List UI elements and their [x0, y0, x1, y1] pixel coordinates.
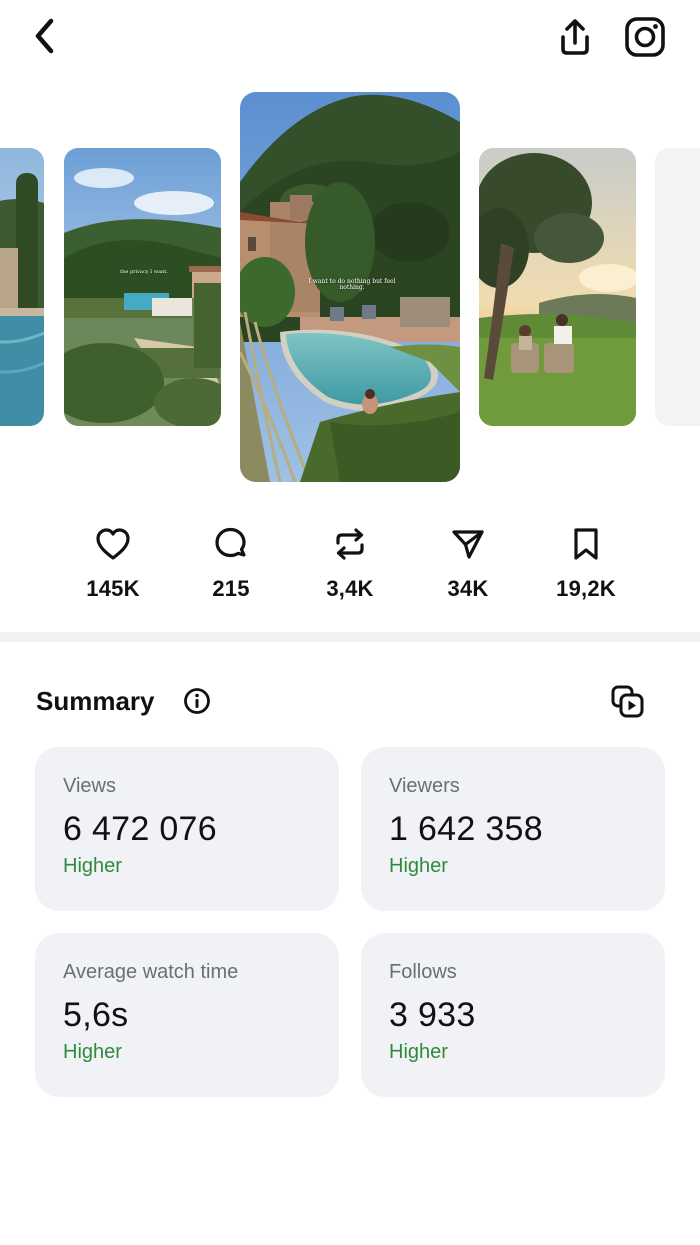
post-insights-screen: the privacy I want. I want to do nothing… — [0, 0, 700, 1245]
comments-stat: 215 — [176, 524, 286, 602]
card-label: Average watch time — [63, 961, 239, 983]
card-value: 6 472 076 — [63, 810, 217, 848]
copy-video-button[interactable] — [610, 684, 646, 720]
carousel-caption: the privacy I want. — [120, 269, 168, 275]
saves-stat: 19,2K — [531, 524, 641, 602]
instagram-icon — [625, 17, 665, 57]
card-label: Viewers — [389, 775, 460, 797]
summary-info-button[interactable] — [182, 686, 212, 716]
copy-video-icon — [611, 685, 644, 718]
carousel-item[interactable]: the privacy I want. — [64, 148, 221, 426]
card-trend: Higher — [389, 855, 448, 877]
bookmark-icon — [574, 528, 598, 560]
info-icon — [184, 688, 210, 714]
media-carousel[interactable]: the privacy I want. I want to do nothing… — [0, 90, 700, 485]
card-trend: Higher — [389, 1041, 448, 1063]
share-upload-icon — [561, 19, 589, 55]
comments-count: 215 — [212, 576, 250, 601]
carousel-caption: I want to do nothing but feel nothing. — [308, 278, 396, 292]
summary-title: Summary — [36, 686, 155, 716]
chevron-left-icon — [35, 18, 54, 54]
instagram-button[interactable] — [620, 12, 670, 62]
carousel-item[interactable] — [479, 148, 636, 426]
heart-icon — [96, 528, 130, 560]
card-value: 5,6s — [63, 996, 129, 1034]
carousel-item[interactable] — [655, 148, 700, 426]
viewers-card[interactable]: Viewers 1 642 358 Higher — [361, 747, 665, 911]
reposts-stat: 3,4K — [295, 524, 405, 602]
share-button[interactable] — [552, 14, 598, 60]
card-trend: Higher — [63, 855, 122, 877]
likes-stat: 145K — [58, 524, 168, 602]
section-divider — [0, 632, 700, 642]
back-button[interactable] — [22, 14, 66, 58]
carousel-item-selected[interactable]: I want to do nothing but feel nothing. — [240, 92, 460, 482]
shares-count: 34K — [447, 576, 489, 601]
top-bar — [0, 0, 700, 80]
card-value: 1 642 358 — [389, 810, 543, 848]
saves-count: 19,2K — [556, 576, 616, 601]
average-watch-time-card[interactable]: Average watch time 5,6s Higher — [35, 933, 339, 1097]
card-trend: Higher — [63, 1041, 122, 1063]
send-icon — [452, 530, 484, 559]
card-label: Views — [63, 775, 116, 797]
card-label: Follows — [389, 961, 457, 983]
carousel-item[interactable] — [0, 148, 44, 426]
shares-stat: 34K — [413, 524, 523, 602]
views-card[interactable]: Views 6 472 076 Higher — [35, 747, 339, 911]
card-value: 3 933 — [389, 996, 476, 1034]
comment-icon — [215, 527, 246, 558]
follows-card[interactable]: Follows 3 933 Higher — [361, 933, 665, 1097]
engagement-stats: 145K 215 3,4K 34K 19,2K — [0, 524, 700, 614]
likes-count: 145K — [86, 576, 140, 601]
repost-icon — [336, 528, 364, 560]
reposts-count: 3,4K — [326, 576, 374, 601]
summary-header: Summary — [36, 682, 664, 726]
